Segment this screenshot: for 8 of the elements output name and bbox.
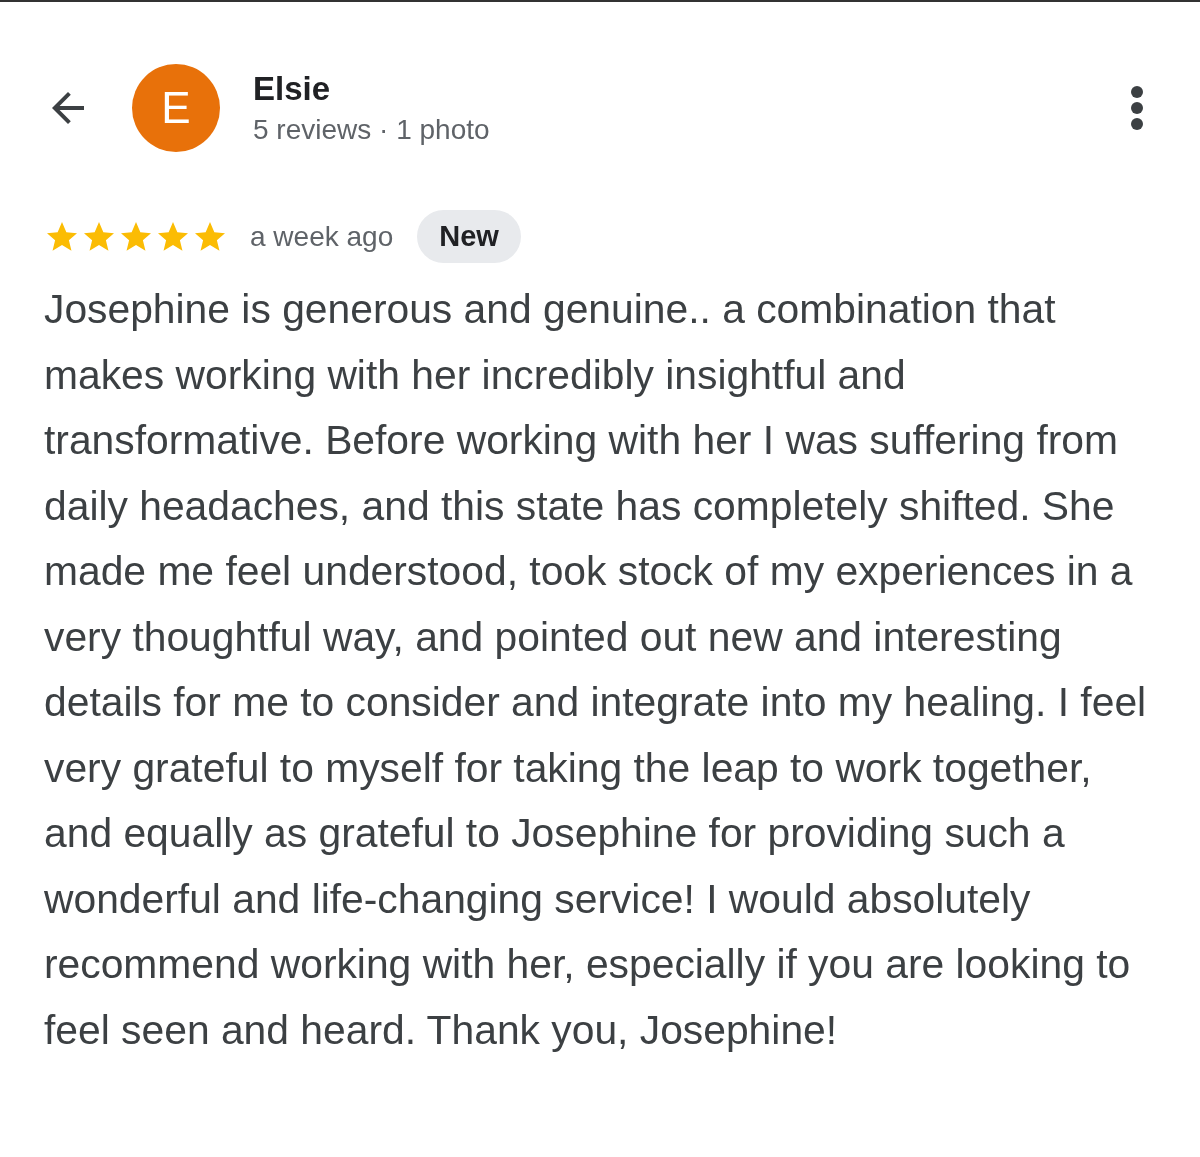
review-time: a week ago: [250, 220, 394, 253]
reviewer-meta: 5 reviews · 1 photo: [253, 114, 491, 146]
review-text: Josephine is generous and genuine.. a combination that makes working with her incredibly insightful and transformative. Before working with her I was suffering from daily headaches, and this state has completely shifted. She made me feel understood, took stock of my experiences in a very thoughtful way, and pointed out new and interesting details for me to consider and integrate into my healing. I feel very grateful to myself for taking the leap to work together, and equally as grateful to Josephine for providing such a wonderful and life-changing service! I would absolutely recommend working with her, especially if you are looking to feel seen and heard. Thank you, Josephine!: [44, 285, 1148, 1055]
kebab-menu-icon: [1130, 85, 1144, 131]
reviewer-name: Elsie: [253, 70, 332, 108]
avatar: E: [132, 64, 220, 152]
new-badge: New: [417, 210, 521, 263]
more-options-button[interactable]: [1130, 85, 1144, 131]
